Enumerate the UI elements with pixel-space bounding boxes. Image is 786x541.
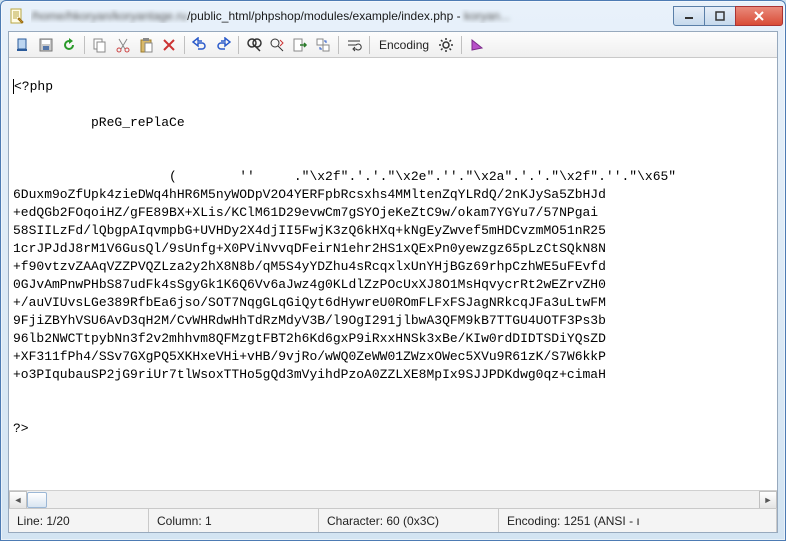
separator [338, 36, 339, 54]
editor-viewport: <?php pReG_rePlaCe ( '' ."\x2f".'.'."\x2… [9, 58, 777, 508]
window-controls [674, 6, 783, 26]
separator [84, 36, 85, 54]
separator [184, 36, 185, 54]
cut-icon[interactable] [113, 35, 133, 55]
status-column: Column: 1 [149, 509, 319, 532]
goto-icon[interactable] [290, 35, 310, 55]
settings-icon[interactable] [436, 35, 456, 55]
code-line: +o3PIqubauSP2jG9riUr7tlWsoxTTHo5gQd3mVyi… [13, 367, 606, 382]
save-icon[interactable] [36, 35, 56, 55]
code-line: 6Duxm9oZfUpk4zieDWq4hHR6M5nyWODpV2O4YERF… [13, 187, 606, 202]
scroll-track[interactable] [27, 491, 759, 509]
toolbar: Encoding [9, 32, 777, 58]
code-line: +edQGb2FOqoiHZ/gFE89BX+XLis/KClM61D29evw… [13, 205, 598, 220]
code-line: <?php [14, 79, 53, 94]
code-line: 1crJPJdJ8rM1V6GusQl/9sUnfg+X0PViNvvqDFei… [13, 241, 606, 256]
refresh-icon[interactable] [59, 35, 79, 55]
code-editor[interactable]: <?php pReG_rePlaCe ( '' ."\x2f".'.'."\x2… [9, 58, 777, 490]
separator [369, 36, 370, 54]
replace-icon[interactable] [267, 35, 287, 55]
code-line: +XF311fPh4/SSv7GXgPQ5XKHxeVHi+vHB/9vjRo/… [13, 349, 606, 364]
redo-icon[interactable] [213, 35, 233, 55]
separator [461, 36, 462, 54]
code-line: pReG_rePlaCe [91, 115, 185, 130]
status-line: Line: 1/20 [9, 509, 149, 532]
wordwrap-icon[interactable] [344, 35, 364, 55]
close-button[interactable] [735, 6, 783, 26]
copy-icon[interactable] [90, 35, 110, 55]
scroll-thumb[interactable] [27, 492, 47, 508]
editor-container: Encoding <?php pReG_rePlaCe ( '' ."\x2f"… [8, 31, 778, 533]
code-line: 96lb2NWCTtpybNn3f2v2mhhvm8QFMzgtFBT2h6Kd… [13, 331, 606, 346]
app-window: /home/hkoryan/koryantage.ru/public_html/… [0, 0, 786, 541]
status-char: Character: 60 (0x3C) [319, 509, 499, 532]
code-line: 0GJvAmPnwPHbS87udFk4sSgyGk1K6Q6Vv6aJwz4g… [13, 277, 606, 292]
scroll-left-icon[interactable]: ◄ [9, 491, 27, 509]
code-line: ?> [13, 421, 29, 436]
code-line: 9FjiZBYhVSU6AvD3qH2M/CvWHRdwHhTdRzMdyV3B… [13, 313, 606, 328]
titlebar[interactable]: /home/hkoryan/koryantage.ru/public_html/… [1, 1, 785, 31]
status-encoding: Encoding: 1251 (ANSI - ı [499, 509, 777, 532]
minimize-button[interactable] [673, 6, 705, 26]
horizontal-scrollbar[interactable]: ◄ ► [9, 490, 777, 508]
undo-icon[interactable] [190, 35, 210, 55]
scroll-right-icon[interactable]: ► [759, 491, 777, 509]
delete-icon[interactable] [159, 35, 179, 55]
maximize-button[interactable] [704, 6, 736, 26]
help-icon[interactable] [467, 35, 487, 55]
code-line: 58SIILzFd/lQbgpAIqvmpbG+UVHDy2X4djII5Fwj… [13, 223, 606, 238]
window-title: /home/hkoryan/koryantage.ru/public_html/… [31, 9, 674, 23]
statusbar: Line: 1/20 Column: 1 Character: 60 (0x3C… [9, 508, 777, 532]
replace-all-icon[interactable] [313, 35, 333, 55]
paste-icon[interactable] [136, 35, 156, 55]
search-icon[interactable] [244, 35, 264, 55]
notepad-icon [9, 8, 25, 24]
code-line: +f90vtzvZAAqVZZPVQZLza2y2hX8N8b/qM5S4yYD… [13, 259, 606, 274]
encoding-label[interactable]: Encoding [375, 38, 433, 52]
code-line: +/auVIUvsLGe389RfbEa6jso/SOT7NqgGLqGiQyt… [13, 295, 606, 310]
separator [238, 36, 239, 54]
connect-icon[interactable] [13, 35, 33, 55]
code-line: ( '' ."\x2f".'.'."\x2e".''."\x2a".'.'."\… [169, 169, 676, 184]
